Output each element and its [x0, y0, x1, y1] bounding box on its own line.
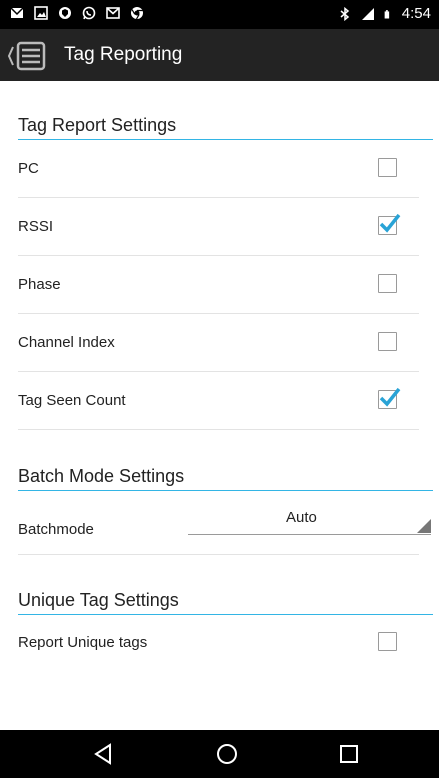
recent-apps-icon[interactable] — [338, 742, 360, 766]
pc-checkbox[interactable] — [378, 158, 397, 177]
list-item-batchmode: Batchmode Auto — [18, 497, 431, 555]
list-item-tag-seen-count[interactable]: Tag Seen Count — [18, 372, 419, 430]
app-list-icon — [7, 41, 46, 71]
report-unique-tags-checkbox[interactable] — [378, 632, 397, 651]
action-bar: Tag Reporting — [0, 29, 439, 81]
signal-icon — [361, 7, 374, 20]
report-unique-tags-label: Report Unique tags — [18, 634, 148, 651]
tag-seen-count-label: Tag Seen Count — [18, 392, 126, 409]
batch-mode-settings-header: Batch Mode Settings — [18, 466, 433, 491]
batchmode-value: Auto — [286, 509, 317, 526]
up-navigation-button[interactable] — [6, 41, 52, 76]
list-item-report-unique-tags[interactable]: Report Unique tags — [18, 614, 419, 672]
home-icon[interactable] — [215, 742, 239, 766]
whatsapp-icon — [82, 6, 96, 20]
rssi-checkbox[interactable] — [378, 213, 401, 235]
phase-checkbox[interactable] — [378, 274, 397, 293]
channel-index-checkbox[interactable] — [378, 332, 397, 351]
list-item-rssi[interactable]: RSSI — [18, 198, 419, 256]
pc-label: PC — [18, 160, 39, 177]
list-item-channel-index[interactable]: Channel Index — [18, 314, 419, 372]
batchmode-spinner[interactable]: Auto — [188, 507, 431, 535]
status-time: 4:54 — [401, 5, 431, 22]
image-icon — [34, 6, 48, 20]
phase-label: Phase — [18, 276, 61, 293]
checkmark-icon — [379, 387, 401, 407]
checkmark-icon — [379, 213, 401, 233]
list-item-pc[interactable]: PC — [18, 140, 419, 198]
shield-icon — [59, 7, 71, 19]
navigation-bar — [0, 730, 439, 778]
status-bar: 4:54 — [0, 0, 439, 29]
channel-index-label: Channel Index — [18, 334, 115, 351]
unique-tag-settings-header: Unique Tag Settings — [18, 590, 433, 615]
mail-icon — [10, 7, 24, 18]
bluetooth-icon — [340, 6, 349, 21]
chrome-icon — [131, 7, 143, 20]
list-item-phase[interactable]: Phase — [18, 256, 419, 314]
gmail-icon — [106, 7, 120, 19]
dropdown-arrow-icon — [417, 519, 431, 533]
tag-report-settings-header: Tag Report Settings — [18, 115, 433, 140]
battery-icon — [384, 9, 389, 18]
rssi-label: RSSI — [18, 218, 54, 235]
tag-seen-count-checkbox[interactable] — [378, 387, 401, 409]
page-title: Tag Reporting — [64, 44, 183, 65]
batchmode-label: Batchmode — [18, 521, 94, 538]
back-icon[interactable] — [92, 742, 114, 766]
